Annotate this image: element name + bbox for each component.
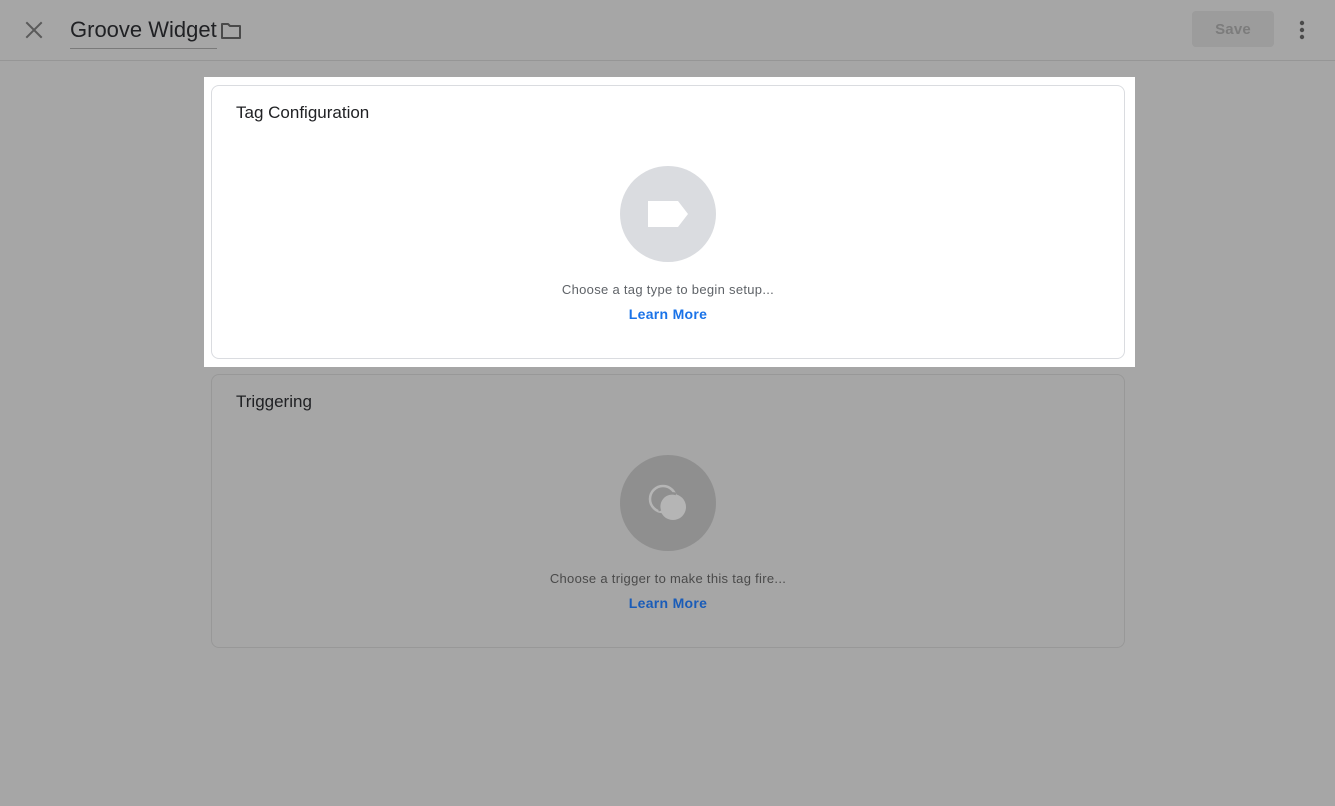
top-app-bar: Groove Widget Save bbox=[0, 0, 1335, 61]
triggering-card[interactable]: Triggering Choose a trigger to make this… bbox=[211, 374, 1125, 648]
close-button[interactable] bbox=[18, 14, 50, 46]
learn-more-link[interactable]: Learn More bbox=[629, 306, 707, 322]
card-description: Choose a trigger to make this tag fire..… bbox=[549, 571, 787, 586]
tag-type-icon-circle bbox=[620, 166, 716, 262]
tag-configuration-card[interactable]: Tag Configuration Choose a tag type to b… bbox=[211, 85, 1125, 359]
folder-icon bbox=[221, 23, 241, 39]
close-icon bbox=[25, 21, 43, 39]
learn-more-link-wrap: Learn More bbox=[212, 306, 1124, 322]
trigger-icon-circle bbox=[620, 455, 716, 551]
learn-more-link-wrap: Learn More bbox=[212, 595, 1124, 611]
card-title: Triggering bbox=[236, 392, 312, 411]
save-button[interactable]: Save bbox=[1192, 11, 1274, 47]
more-vert-icon bbox=[1299, 20, 1305, 40]
page-title: Groove Widget bbox=[70, 17, 217, 42]
tag-icon bbox=[648, 201, 688, 227]
tag-name-field[interactable]: Groove Widget bbox=[70, 14, 217, 49]
card-description: Choose a tag type to begin setup... bbox=[561, 282, 775, 297]
card-title: Tag Configuration bbox=[236, 103, 370, 122]
trigger-icon bbox=[648, 484, 686, 520]
learn-more-link[interactable]: Learn More bbox=[629, 595, 707, 611]
more-options-button[interactable] bbox=[1288, 14, 1316, 46]
folder-button[interactable] bbox=[217, 17, 245, 45]
